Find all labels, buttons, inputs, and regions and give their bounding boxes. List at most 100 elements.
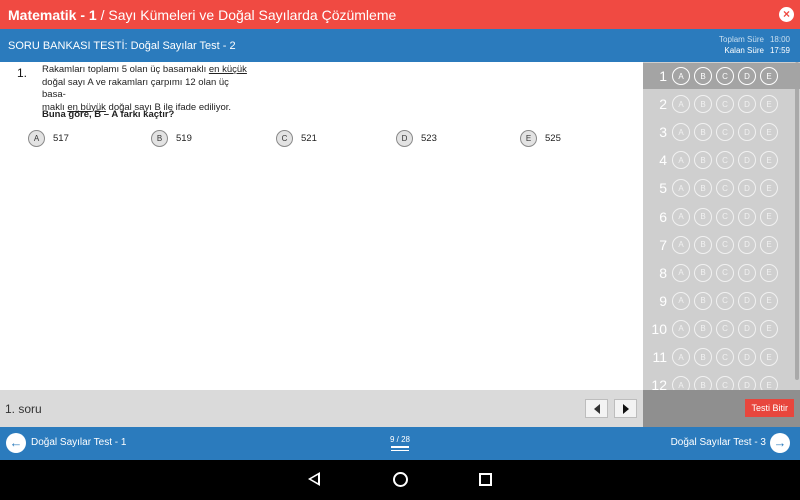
- answer-row-number[interactable]: 11: [643, 349, 667, 365]
- answer-option-bubble[interactable]: B: [694, 263, 712, 282]
- android-navigation-bar: [0, 460, 800, 500]
- answer-option-bubble[interactable]: B: [694, 235, 712, 254]
- answer-option-bubble[interactable]: C: [716, 291, 734, 310]
- answer-option-bubble[interactable]: A: [672, 95, 690, 114]
- next-test-link[interactable]: Doğal Sayılar Test - 3: [671, 437, 766, 448]
- arrow-left-circle-icon[interactable]: ←: [6, 433, 26, 453]
- answer-option-bubble[interactable]: D: [738, 319, 756, 338]
- answer-option-bubble[interactable]: A: [672, 263, 690, 282]
- answer-row-number[interactable]: 7: [643, 237, 667, 253]
- choice-d[interactable]: D 523: [396, 130, 437, 147]
- answer-option-bubble[interactable]: E: [760, 376, 778, 390]
- answer-row-number[interactable]: 2: [643, 96, 667, 112]
- answer-row-number[interactable]: 3: [643, 124, 667, 140]
- answer-option-bubble[interactable]: C: [716, 319, 734, 338]
- answer-row-number[interactable]: 8: [643, 265, 667, 281]
- back-icon[interactable]: [308, 472, 320, 486]
- answer-option-bubble[interactable]: D: [738, 67, 756, 85]
- answer-option-bubble[interactable]: D: [738, 95, 756, 114]
- answer-option-bubble[interactable]: B: [694, 207, 712, 226]
- answer-option-bubble[interactable]: C: [716, 179, 734, 198]
- answer-option-bubble[interactable]: C: [716, 207, 734, 226]
- answer-option-bubble[interactable]: C: [716, 348, 734, 366]
- answer-option-bubble[interactable]: D: [738, 376, 756, 390]
- answer-row-number[interactable]: 1: [643, 68, 667, 84]
- answer-option-bubble[interactable]: E: [760, 123, 778, 142]
- answer-option-bubble[interactable]: B: [694, 348, 712, 366]
- answer-option-bubble[interactable]: C: [716, 95, 734, 114]
- answer-row-number[interactable]: 12: [643, 377, 667, 390]
- answer-option-bubble[interactable]: C: [716, 67, 734, 85]
- answer-option-bubble[interactable]: E: [760, 95, 778, 114]
- answer-option-bubble[interactable]: E: [760, 348, 778, 366]
- answer-option-bubble[interactable]: A: [672, 319, 690, 338]
- answer-option-bubble[interactable]: B: [694, 67, 712, 85]
- answer-option-bubble[interactable]: E: [760, 319, 778, 338]
- test-name: SORU BANKASI TESTİ: Doğal Sayılar Test -…: [8, 40, 236, 52]
- answer-option-bubble[interactable]: A: [672, 179, 690, 198]
- answer-option-bubble[interactable]: B: [694, 179, 712, 198]
- question-underline-min: en küçük: [208, 64, 247, 75]
- answer-option-bubble[interactable]: D: [738, 348, 756, 366]
- answer-option-bubble[interactable]: B: [694, 95, 712, 114]
- choice-value: 517: [53, 133, 69, 144]
- answer-option-bubble[interactable]: D: [738, 151, 756, 170]
- home-icon[interactable]: [393, 472, 408, 487]
- answer-option-bubble[interactable]: C: [716, 151, 734, 170]
- answer-option-bubble[interactable]: A: [672, 235, 690, 254]
- choice-bubble[interactable]: E: [520, 130, 537, 147]
- answer-option-bubble[interactable]: D: [738, 123, 756, 142]
- answer-option-bubble[interactable]: C: [716, 123, 734, 142]
- arrow-right-circle-icon[interactable]: →: [770, 433, 790, 453]
- answer-option-bubble[interactable]: D: [738, 235, 756, 254]
- answer-option-bubble[interactable]: E: [760, 235, 778, 254]
- answer-option-bubble[interactable]: D: [738, 291, 756, 310]
- answer-row-number[interactable]: 9: [643, 293, 667, 309]
- answer-option-bubble[interactable]: A: [672, 291, 690, 310]
- answer-option-bubble[interactable]: A: [672, 123, 690, 142]
- choice-bubble[interactable]: B: [151, 130, 168, 147]
- choice-bubble[interactable]: C: [276, 130, 293, 147]
- choice-c[interactable]: C 521: [276, 130, 317, 147]
- answer-option-bubble[interactable]: C: [716, 376, 734, 390]
- answer-option-bubble[interactable]: B: [694, 151, 712, 170]
- next-question-button[interactable]: [614, 399, 637, 418]
- recent-apps-icon[interactable]: [479, 473, 492, 486]
- answer-option-bubble[interactable]: A: [672, 67, 690, 85]
- previous-question-button[interactable]: [585, 399, 608, 418]
- answer-option-bubble[interactable]: D: [738, 207, 756, 226]
- choice-bubble[interactable]: D: [396, 130, 413, 147]
- answer-row-number[interactable]: 10: [643, 321, 667, 337]
- answer-option-bubble[interactable]: B: [694, 376, 712, 390]
- choice-bubble[interactable]: A: [28, 130, 45, 147]
- topic-title: Sayı Kümeleri ve Doğal Sayılarda Çözümle…: [108, 6, 397, 23]
- close-icon[interactable]: ×: [779, 7, 794, 22]
- answer-option-bubble[interactable]: D: [738, 179, 756, 198]
- answer-option-bubble[interactable]: B: [694, 123, 712, 142]
- menu-lines-icon[interactable]: [391, 446, 409, 453]
- answer-option-bubble[interactable]: C: [716, 235, 734, 254]
- question-area: 1. Rakamları toplamı 5 olan üç basamaklı…: [0, 62, 643, 390]
- answer-option-bubble[interactable]: E: [760, 179, 778, 198]
- choice-e[interactable]: E 525: [520, 130, 561, 147]
- answer-row-number[interactable]: 5: [643, 180, 667, 196]
- answer-option-bubble[interactable]: B: [694, 291, 712, 310]
- answer-row-number[interactable]: 4: [643, 152, 667, 168]
- answer-option-bubble[interactable]: D: [738, 263, 756, 282]
- previous-test-link[interactable]: Doğal Sayılar Test - 1: [31, 437, 126, 448]
- answer-option-bubble[interactable]: E: [760, 151, 778, 170]
- answer-option-bubble[interactable]: E: [760, 67, 778, 85]
- answer-option-bubble[interactable]: A: [672, 151, 690, 170]
- choice-b[interactable]: B 519: [151, 130, 192, 147]
- finish-test-button[interactable]: Testi Bitir: [745, 399, 794, 417]
- answer-option-bubble[interactable]: E: [760, 291, 778, 310]
- answer-option-bubble[interactable]: B: [694, 319, 712, 338]
- answer-option-bubble[interactable]: A: [672, 376, 690, 390]
- answer-row-number[interactable]: 6: [643, 209, 667, 225]
- answer-option-bubble[interactable]: C: [716, 263, 734, 282]
- answer-option-bubble[interactable]: E: [760, 207, 778, 226]
- answer-option-bubble[interactable]: E: [760, 263, 778, 282]
- answer-option-bubble[interactable]: A: [672, 348, 690, 366]
- answer-option-bubble[interactable]: A: [672, 207, 690, 226]
- choice-a[interactable]: A 517: [28, 130, 69, 147]
